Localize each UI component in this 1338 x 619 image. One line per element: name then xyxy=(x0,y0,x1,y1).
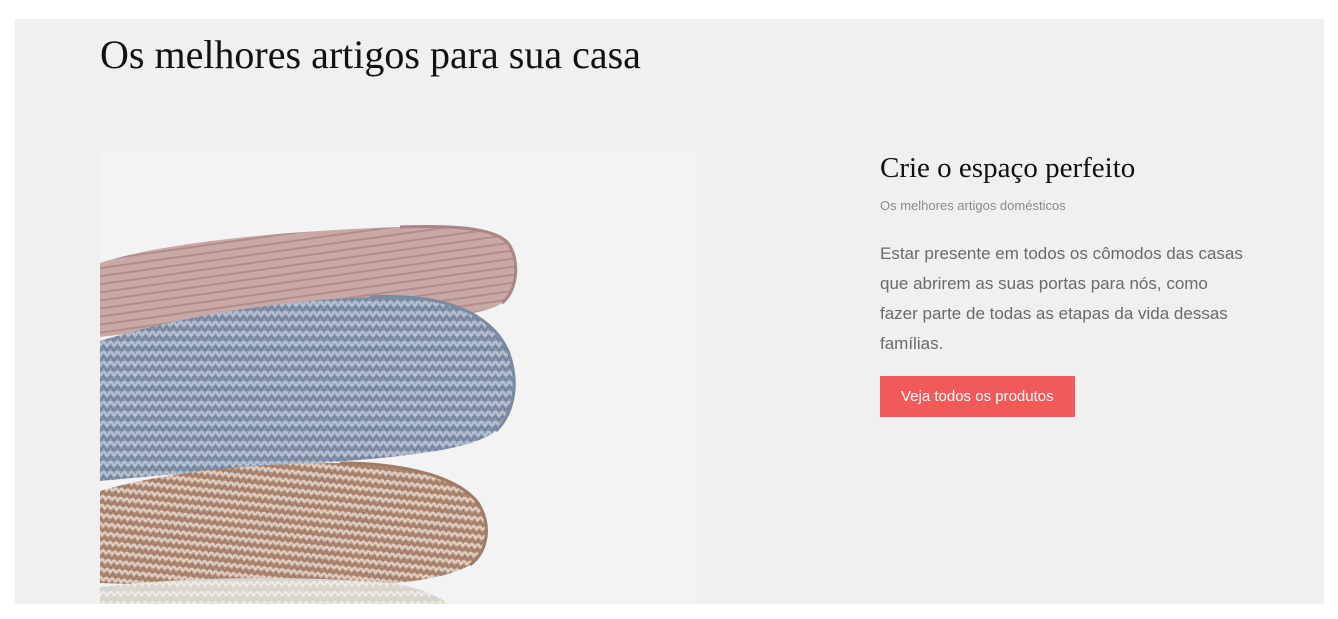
feature-subtitle: Os melhores artigos domésticos xyxy=(880,197,1066,213)
product-image xyxy=(100,151,697,604)
feature-title: Crie o espaço perfeito xyxy=(880,152,1136,184)
knitted-blankets-illustration xyxy=(100,225,518,604)
featured-section: Os melhores artigos para sua casa Crie o… xyxy=(15,19,1324,604)
view-all-products-button[interactable]: Veja todos os produtos xyxy=(880,375,1075,417)
page-title: Os melhores artigos para sua casa xyxy=(100,32,641,77)
feature-text-column: Crie o espaço perfeito Os melhores artig… xyxy=(880,151,1260,417)
feature-description: Estar presente em todos os cômodos das c… xyxy=(880,243,1243,353)
